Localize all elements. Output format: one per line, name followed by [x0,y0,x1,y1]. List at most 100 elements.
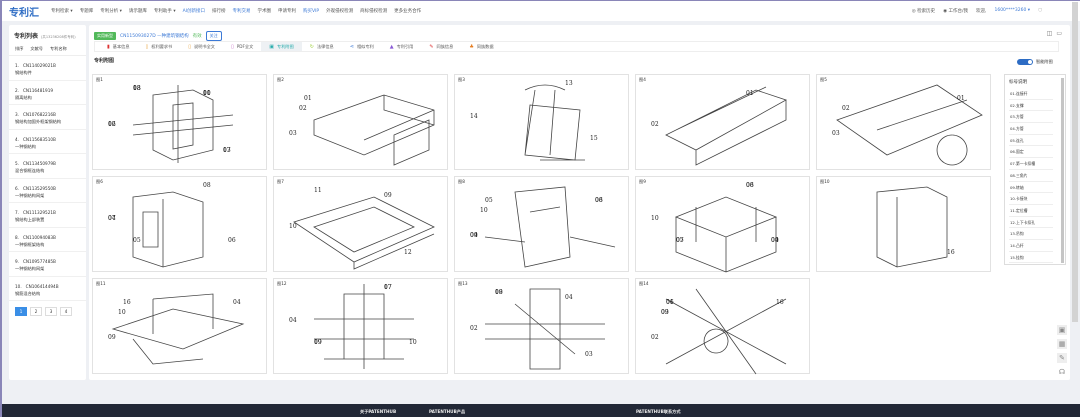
list-item[interactable]: 1. CN114029021B 钢结构件 [9,56,86,81]
nav-item[interactable]: 专利检索 ▾ [51,9,73,14]
part-item[interactable]: 06.固定 [1009,146,1053,159]
page-button[interactable]: 1 [15,307,27,316]
help-icon[interactable]: ◌ [1038,8,1042,14]
part-item[interactable]: 05.连孔 [1009,135,1053,147]
part-item[interactable]: 01.连接杆 [1009,88,1053,100]
part-item[interactable]: 14.凸杆 [1009,240,1053,252]
patent-title[interactable]: CN115093027D —种建筑钢结构 [120,33,189,39]
item-index: 4. [15,136,19,142]
figure-5[interactable]: 图5 02 03 01 [816,74,991,170]
part-item[interactable]: 02.支撑 [1009,100,1053,112]
figure-drawing [484,186,616,268]
figure-9[interactable]: 图9 04 05 06 10 09 07 08 [635,176,810,273]
follow-button[interactable]: 关注 [205,31,222,41]
part-item[interactable]: 03.方管 [1009,111,1053,124]
figure-10[interactable]: 图10 16 [816,176,991,272]
user-menu[interactable]: 1600****3260 ▾ [994,8,1030,14]
drawing-lines [876,186,948,268]
list-item[interactable]: 4. CN115683510B 一种钢结构 [9,130,86,154]
nav-item[interactable]: 专题库 [80,9,94,14]
figure-6[interactable]: 图6 04 06 05 08 07 [92,176,267,272]
workbench-link[interactable]: ◉ 工作台/我 [943,8,968,14]
part-item[interactable]: 07.第一卡扣槽 [1009,158,1053,170]
page-button[interactable]: 4 [60,307,72,316]
figure-13[interactable]: 图13 18 04 02 03 09 [454,278,629,374]
part-item[interactable]: 12.上下卡扣孔 [1009,217,1053,229]
callout-number: 08 [133,85,141,92]
page-scrollbar[interactable] [1072,2,1078,322]
tab-4[interactable]: ▣ 专利附图 [261,42,302,51]
footer-contact[interactable]: PATENTHUB联系方式 [636,409,681,415]
nav-item[interactable]: 专利助手 ▾ [154,9,176,14]
nav-item[interactable]: 购买VIP [303,9,319,14]
figure-11[interactable]: 图11 04 16 10 09 [92,278,267,374]
nav-item[interactable]: 申请专利 [278,9,296,14]
list-item[interactable]: 9. CN109577485B 一种钢结构网架 [9,252,86,277]
tab-6[interactable]: ⋖ 相似专利 [342,42,382,51]
search-history-link[interactable]: ◎ 检索历史 [912,8,935,14]
tab-5[interactable]: ↻ 法律信息 [302,42,342,51]
footer-products[interactable]: PATENTHUB产品 [429,409,465,415]
nav-item[interactable]: 请示题库 [129,9,147,14]
nav-item[interactable]: AI创新接口 [183,9,205,14]
tab-3[interactable]: ▯ PDF全文 [223,42,261,51]
page-button[interactable]: 3 [45,307,57,316]
part-item[interactable]: 10.卡接块 [1009,193,1053,205]
image-icon[interactable]: ▣ [1057,325,1067,335]
figure-label: 图13 [458,281,468,286]
list-item[interactable]: 10. CN106414494B 钢筋混合结构 [9,277,86,301]
tab-0[interactable]: ▮ 基本信息 [99,42,138,51]
nav-item[interactable]: 更多业务合作 [394,9,421,14]
tab-9[interactable]: ♣ 同族数据 [461,42,501,51]
part-item[interactable]: 08.三角片 [1009,170,1053,182]
figure-drawing [132,191,204,268]
part-item[interactable]: 04.方管 [1009,123,1053,135]
nav-item[interactable]: 排行榜 [212,9,226,14]
tab-8[interactable]: ✎ 同族信息 [421,42,461,51]
list-item[interactable]: 8. CN110094083B 一种钢框架结构 [9,228,86,252]
nav-item[interactable]: 学术圈 [258,9,272,14]
figure-14[interactable]: 图14 01 03 02 16 06 09 [635,278,810,375]
figure-4[interactable]: 图4 01 02 [635,74,810,170]
sort-tab[interactable]: 文献号 [30,46,43,52]
patent-number: 3. CN107682216B [15,111,80,118]
sort-tab[interactable]: 专利名称 [50,46,67,52]
figure-label: 图9 [639,179,646,184]
tab-2[interactable]: ▯ 说明书全文 [180,42,223,51]
list-item[interactable]: 3. CN107682216B 钢结构加固外框架钢结构 [9,105,86,130]
nav-item[interactable]: 外观侵权检测 [326,9,353,14]
footer-about[interactable]: 关于PATENTHUB [360,409,396,415]
part-list-scrollbar[interactable] [1061,78,1064,263]
nav-item[interactable]: 专利分析 ▾ [100,9,122,14]
qrcode-icon[interactable]: ▦ [1057,339,1067,349]
folder-icon[interactable]: ▭ [1056,30,1062,37]
list-item[interactable]: 5. CN113450979B 混合钢框连结构 [9,154,86,179]
nav-item[interactable]: 商标侵权检测 [360,9,387,14]
tab-7[interactable]: ▲ 专利引用 [382,42,422,51]
tab-1[interactable]: ▯ 权利要求书 [138,42,181,51]
logo[interactable]: 专利汇 [9,4,39,19]
list-item[interactable]: 2. CN116481919 隔离结构 [9,81,86,105]
page-button[interactable]: 2 [30,307,42,316]
footer: 关于PATENTHUB PATENTHUB产品 PATENTHUB联系方式 [2,404,1080,417]
figure-1[interactable]: 图1 18 10 16 17 13 01 02 03 08 11 [92,74,267,170]
layout-icon[interactable]: ◫ [1047,30,1053,37]
nav-item[interactable]: 专利交易 [233,9,251,14]
part-item[interactable]: 13.吊钩 [1009,228,1053,240]
list-item[interactable]: 6. CN113529550B 一种钢结构网架 [9,179,86,203]
part-item[interactable]: 11.定位槽 [1009,205,1053,217]
edit-icon[interactable]: ✎ [1057,353,1067,363]
figure-12[interactable]: 图12 19 17 04 10 09 07 [273,278,448,374]
sort-tab[interactable]: 排序 [15,46,23,52]
part-item[interactable]: 15.挂钩 [1009,252,1053,264]
headset-icon[interactable]: ☊ [1057,367,1067,377]
smart-figure-toggle[interactable] [1017,59,1033,65]
callout-number: 16 [776,299,784,306]
figure-2[interactable]: 图2 01 02 03 [273,74,448,170]
callout-number: 09 [384,192,392,199]
part-item[interactable]: 09.转轴 [1009,182,1053,194]
figure-8[interactable]: 图8 04 06 05 10 09 08 [454,176,629,272]
list-item[interactable]: 7. CN111329521B 钢结构上部装置 [9,203,86,228]
figure-3[interactable]: 图3 13 14 15 [454,74,629,170]
figure-7[interactable]: 图7 10 12 11 09 [273,176,448,272]
